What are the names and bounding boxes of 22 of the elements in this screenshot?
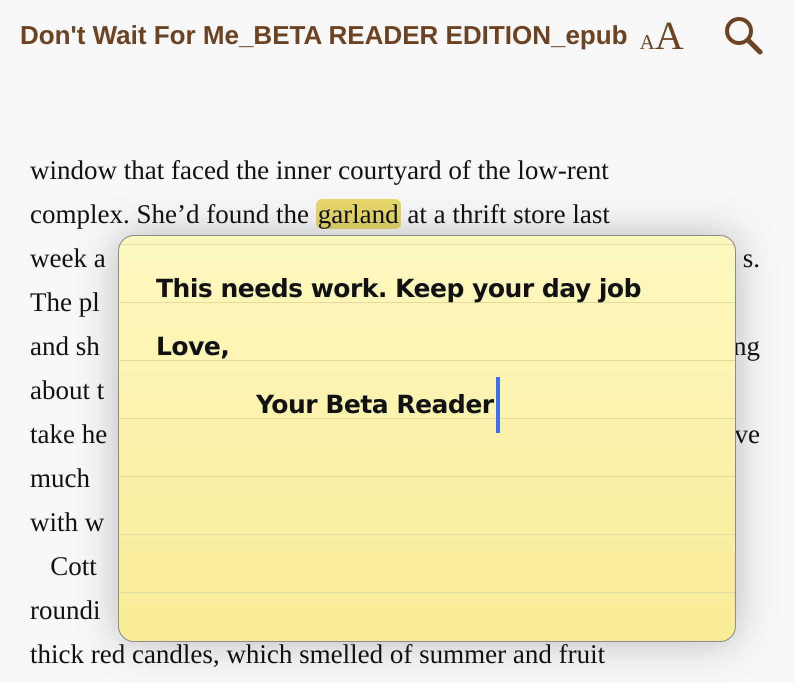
book-text: much: [30, 463, 90, 493]
book-text: week a: [30, 243, 106, 273]
book-text-fragment: ve: [734, 418, 760, 451]
book-text: complex. She’d found the: [30, 199, 310, 229]
book-text: take he: [30, 419, 108, 449]
book-text: at a thrift store last: [406, 199, 610, 229]
book-text: roundi: [30, 595, 100, 625]
book-text: Cott: [49, 551, 97, 581]
font-size-button[interactable]: AA: [640, 12, 684, 58]
book-text: thick red candles, which smelled of summer and fruit: [30, 639, 606, 669]
highlighted-text: garland: [316, 199, 401, 229]
text-cursor: [496, 377, 500, 433]
book-text: The pl: [30, 287, 100, 317]
book-text: and sh: [30, 331, 100, 361]
book-text: window that faced the inner courtyard of the low-rent: [30, 155, 609, 185]
note-text: This needs work. Keep your day job: [156, 273, 642, 305]
book-text-fragment: s.: [742, 242, 760, 275]
book-text: with w: [30, 507, 104, 537]
book-title: Don't Wait For Me_BETA READER EDITION_epub: [20, 20, 628, 50]
note-signature: Your Beta Reader: [256, 389, 494, 421]
book-text: about t: [30, 375, 104, 405]
note-text: Love,: [156, 331, 230, 363]
